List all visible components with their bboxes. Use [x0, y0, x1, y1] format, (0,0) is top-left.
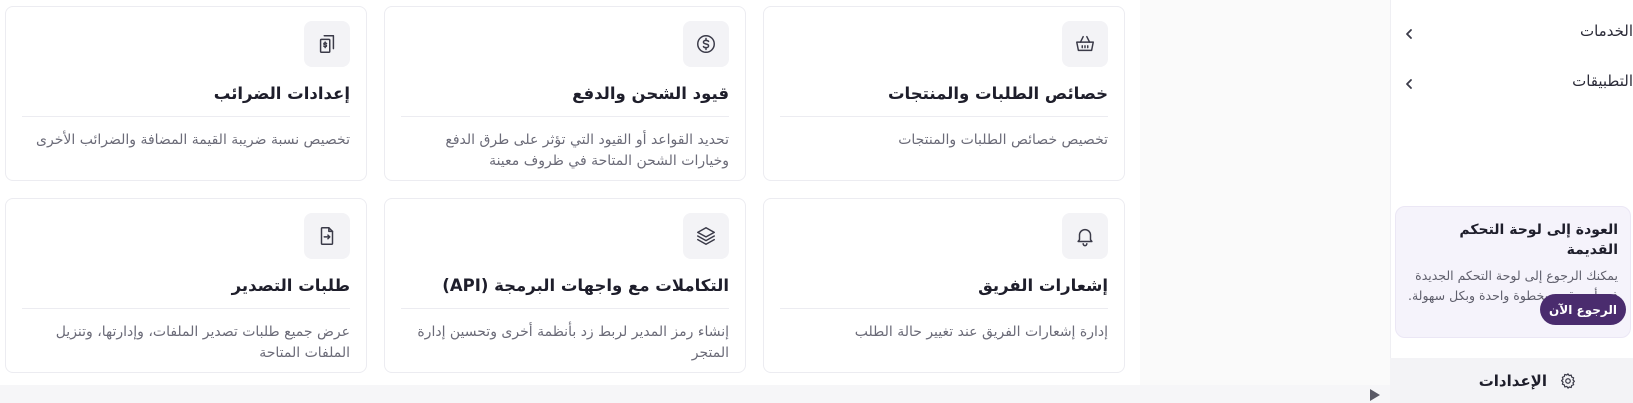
return-now-button[interactable]: الرجوع الآن	[1540, 294, 1626, 325]
settings-cards-grid: خصائص الطلبات والمنتجات تخصيص خصائص الطل…	[5, 6, 1125, 373]
promo-title: العودة إلى لوحة التحكم القديمة	[1459, 222, 1618, 258]
tax-invoice-icon	[304, 21, 350, 67]
chevron-left-icon	[1403, 75, 1415, 89]
sidebar-item-label: الخدمات	[1579, 22, 1633, 40]
card-shipping-payment-restrictions[interactable]: قيود الشحن والدفع تحديد القواعد أو القيو…	[384, 6, 746, 181]
bell-icon	[1062, 213, 1108, 259]
gear-icon	[1559, 372, 1577, 390]
sidebar-item-label: الإعدادات	[1478, 371, 1547, 390]
sidebar-item-services[interactable]: الخدمات	[1390, 11, 1633, 51]
card-tax-settings[interactable]: إعدادات الضرائب تخصيص نسبة ضريبة القيمة …	[5, 6, 367, 181]
chevron-left-icon	[1403, 25, 1415, 39]
card-description: إنشاء رمز المدير لربط زد بأنظمة أخرى وتح…	[417, 324, 729, 361]
card-description: عرض جميع طلبات تصدير الملفات، وإدارتها، …	[55, 324, 350, 361]
sidebar-item-apps[interactable]: التطبيقات	[1390, 61, 1633, 101]
divider	[401, 308, 729, 309]
sidebar-item-settings[interactable]: الإعدادات	[1390, 358, 1633, 403]
card-export-requests[interactable]: طلبات التصدير عرض جميع طلبات تصدير الملف…	[5, 198, 367, 373]
card-title: خصائص الطلبات والمنتجات	[887, 84, 1108, 103]
basket-icon	[1062, 21, 1108, 67]
dollar-coin-icon	[683, 21, 729, 67]
old-dashboard-promo: العودة إلى لوحة التحكم القديمة يمكنك الر…	[1395, 206, 1631, 338]
card-description: تخصيص خصائص الطلبات والمنتجات	[898, 132, 1108, 148]
card-api-integrations[interactable]: التكاملات مع واجهات البرمجة (API) إنشاء …	[384, 198, 746, 373]
horizontal-scrollbar[interactable]	[0, 385, 1390, 403]
card-title: قيود الشحن والدفع	[572, 84, 729, 103]
card-title: التكاملات مع واجهات البرمجة (API)	[442, 276, 729, 295]
card-order-product-properties[interactable]: خصائص الطلبات والمنتجات تخصيص خصائص الطل…	[763, 6, 1125, 181]
divider	[22, 308, 350, 309]
divider	[22, 116, 350, 117]
card-title: إعدادات الضرائب	[213, 84, 350, 103]
layers-icon	[683, 213, 729, 259]
file-export-icon	[304, 213, 350, 259]
divider	[780, 116, 1108, 117]
sidebar-item-label: التطبيقات	[1572, 72, 1633, 90]
card-description: تخصيص نسبة ضريبة القيمة المضافة والضرائب…	[36, 132, 350, 148]
sidebar: الخدمات التطبيقات العودة إلى لوحة التحكم…	[1390, 0, 1633, 403]
card-description: تحديد القواعد أو القيود التي تؤثر على طر…	[445, 132, 729, 169]
main-content: خصائص الطلبات والمنتجات تخصيص خصائص الطل…	[0, 0, 1140, 403]
card-team-notifications[interactable]: إشعارات الفريق إدارة إشعارات الفريق عند …	[763, 198, 1125, 373]
card-title: طلبات التصدير	[231, 276, 350, 295]
play-icon[interactable]	[1367, 387, 1383, 403]
card-description: إدارة إشعارات الفريق عند تغيير حالة الطل…	[854, 324, 1108, 340]
divider	[780, 308, 1108, 309]
card-title: إشعارات الفريق	[978, 276, 1108, 295]
divider	[401, 116, 729, 117]
content-gutter	[1140, 0, 1390, 403]
